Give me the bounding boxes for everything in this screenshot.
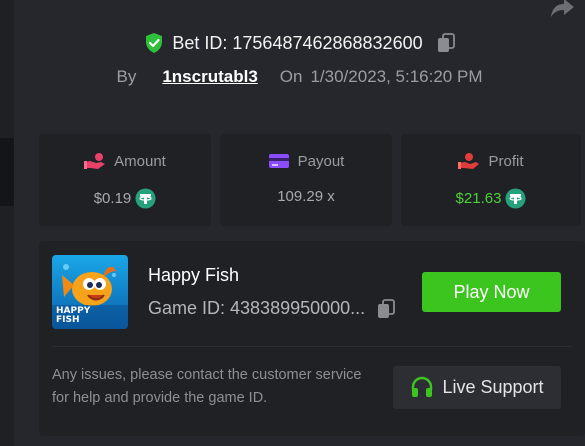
copy-icon[interactable] [437, 33, 455, 53]
game-thumbnail[interactable]: HAPPY FISH [52, 255, 128, 329]
tether-icon [505, 188, 526, 209]
live-support-label: Live Support [442, 377, 544, 397]
stats-row: Amount $0.19 Payout 109.29 x Profit $21.… [39, 134, 581, 226]
by-label: By [116, 67, 137, 86]
game-id-row: Game ID: 438389950000... [148, 298, 396, 319]
amount-label: Amount [114, 152, 166, 170]
game-card: HAPPY FISH Happy Fish Game ID: 438389950… [39, 241, 585, 436]
background-strip [0, 0, 14, 446]
payout-value: 109.29 x [277, 188, 335, 205]
bet-meta-row: By 1nscrutabl3 On 1/30/2023, 5:16:20 PM [14, 64, 585, 90]
thumbnail-logo-text: HAPPY FISH [56, 306, 91, 325]
amount-value: $0.19 [93, 190, 132, 207]
bet-date: 1/30/2023, 5:16:20 PM [310, 67, 483, 86]
share-icon[interactable] [549, 0, 575, 18]
profit-value: $21.63 [455, 190, 502, 207]
bet-details-panel: Bet ID: 1756487462868832600 By 1nscrutab… [14, 0, 585, 446]
game-name: Happy Fish [148, 265, 240, 285]
divider [52, 346, 572, 347]
bet-id-row: Bet ID: 1756487462868832600 [14, 30, 585, 56]
on-label: On [279, 67, 303, 86]
username-link[interactable]: 1nscrutabl3 [162, 67, 257, 87]
live-support-button[interactable]: Live Support [393, 366, 561, 409]
game-id-text: Game ID: 438389950000... [148, 298, 366, 318]
headset-icon [412, 376, 433, 397]
hand-coin-icon [84, 153, 106, 169]
bet-id-text: Bet ID: 1756487462868832600 [172, 32, 423, 53]
profit-stat: Profit $21.63 [401, 134, 581, 226]
card-icon [268, 154, 289, 168]
amount-stat: Amount $0.19 [39, 134, 211, 226]
profit-icon [458, 153, 480, 169]
profit-label: Profit [488, 152, 524, 170]
tether-icon [135, 188, 156, 209]
verified-shield-icon [146, 33, 163, 53]
payout-stat: Payout 109.29 x [220, 134, 392, 226]
play-now-button[interactable]: Play Now [422, 272, 561, 312]
payout-label: Payout [297, 152, 345, 170]
copy-icon[interactable] [377, 298, 396, 319]
help-text: Any issues, please contact the customer … [52, 367, 362, 406]
background-block [0, 138, 14, 206]
